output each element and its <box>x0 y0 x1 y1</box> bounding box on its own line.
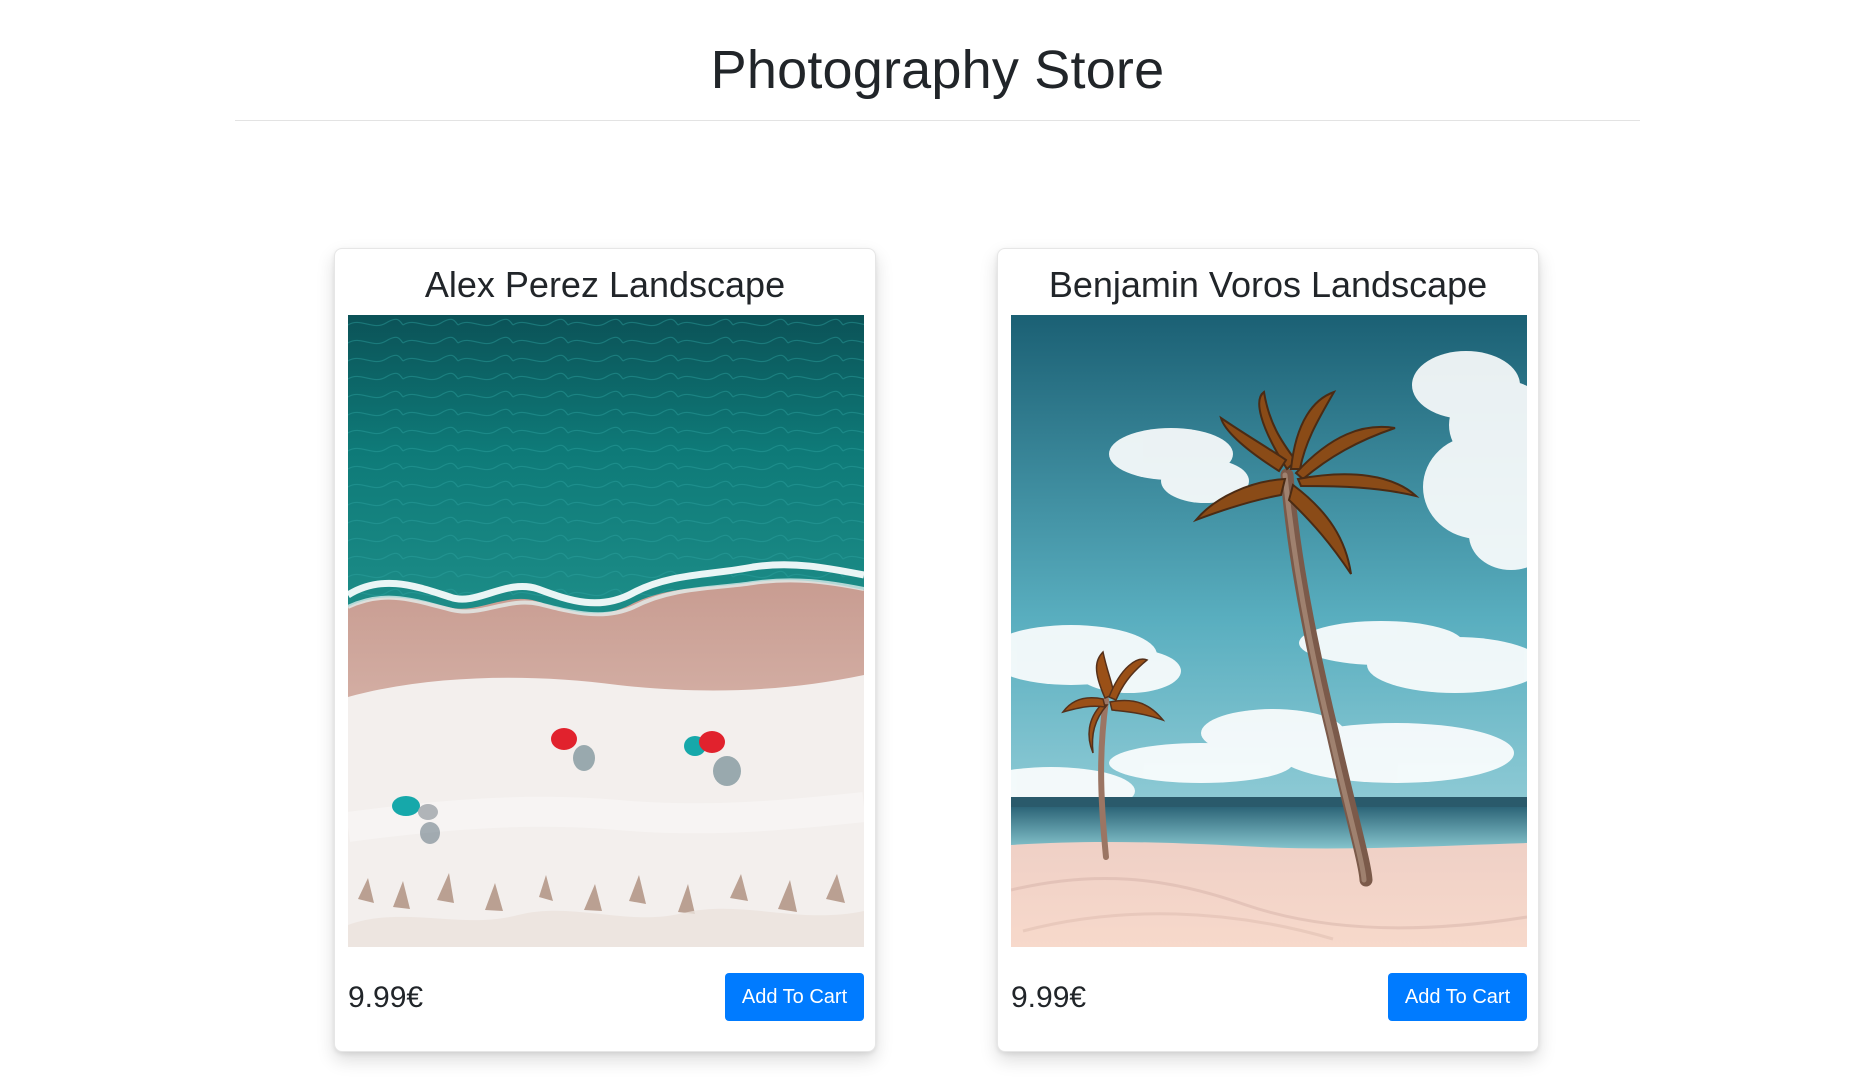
product-card-benjamin-voros: Benjamin Voros Landscape 9.99€ Add To Ca… <box>997 248 1539 1052</box>
page-header: Photography Store <box>235 0 1640 121</box>
product-card-alex-perez: Alex Perez Landscape 9.99€ Add To Cart <box>334 248 876 1052</box>
photography-store-page: Photography Store Alex Perez Landscape 9… <box>0 0 1874 1080</box>
page-title: Photography Store <box>710 40 1165 100</box>
add-to-cart-button[interactable]: Add To Cart <box>1388 973 1527 1021</box>
product-footer: 9.99€ Add To Cart <box>348 973 864 1023</box>
aerial-beach-photo <box>348 315 864 947</box>
product-footer: 9.99€ Add To Cart <box>1011 973 1527 1023</box>
product-title: Alex Perez Landscape <box>424 264 786 305</box>
product-image-aerial-beach <box>348 315 864 947</box>
product-image-palm-beach <box>1011 315 1527 947</box>
product-price: 9.99€ <box>1011 981 1087 1014</box>
add-to-cart-button[interactable]: Add To Cart <box>725 973 864 1021</box>
palm-beach-photo <box>1011 315 1527 947</box>
product-title: Benjamin Voros Landscape <box>1048 264 1488 305</box>
product-price: 9.99€ <box>348 981 424 1014</box>
